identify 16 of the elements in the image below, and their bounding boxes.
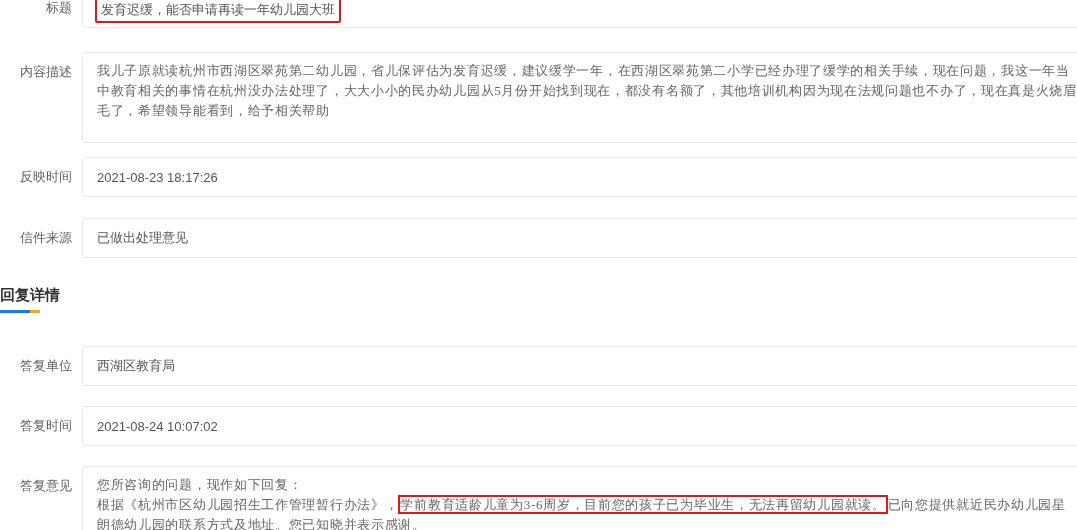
- field-value: 2021-08-23 18:17:26: [97, 169, 218, 185]
- field-label: 反映时间: [19, 168, 73, 186]
- field-label: 答复意见: [19, 477, 73, 495]
- field-value: 2021-08-24 10:07:02: [97, 418, 218, 434]
- title-underline: [0, 310, 40, 313]
- field-value: 发育迟缓，能否申请再读一年幼儿园大班: [95, 0, 341, 23]
- field-value: 已做出处理意见: [97, 229, 188, 247]
- reply-text: 您所咨询的问题，现作如下回复： 根据《杭州市区幼儿园招生工作管理暂行办法》，学前教育适龄儿童为3-6周岁，目前您的孩子已为毕业生，无法再留幼儿园就读。已向您提供就近民办幼儿园星朗德幼儿园的联系方式及地址。您已知晓并表示感谢。: [97, 476, 1067, 530]
- field-label: 信件来源: [19, 229, 73, 247]
- field-label: 答复时间: [19, 417, 73, 435]
- field-label: 标题: [45, 0, 73, 17]
- description-text: 我儿子原就读杭州市西湖区翠苑第二幼儿园，省儿保评估为发育迟缓，建议缓学一年，在西湖区翠苑第二小学已经办理了缓学的相关手续，现在问题，我这一年当中教育相关的事情在杭州没办法处理了，大大小小的民办幼儿园从5月份开始找到现在，都没有名额了，其他培训机构因为现在法规问题也不办了，现在真是火烧眉毛了，希望领导能看到，给予相关帮助: [97, 62, 1077, 120]
- field-label: 答复单位: [19, 357, 73, 375]
- section-title: 回复详情: [0, 286, 60, 305]
- field-label: 内容描述: [19, 63, 73, 81]
- field-value: 西湖区教育局: [97, 357, 175, 375]
